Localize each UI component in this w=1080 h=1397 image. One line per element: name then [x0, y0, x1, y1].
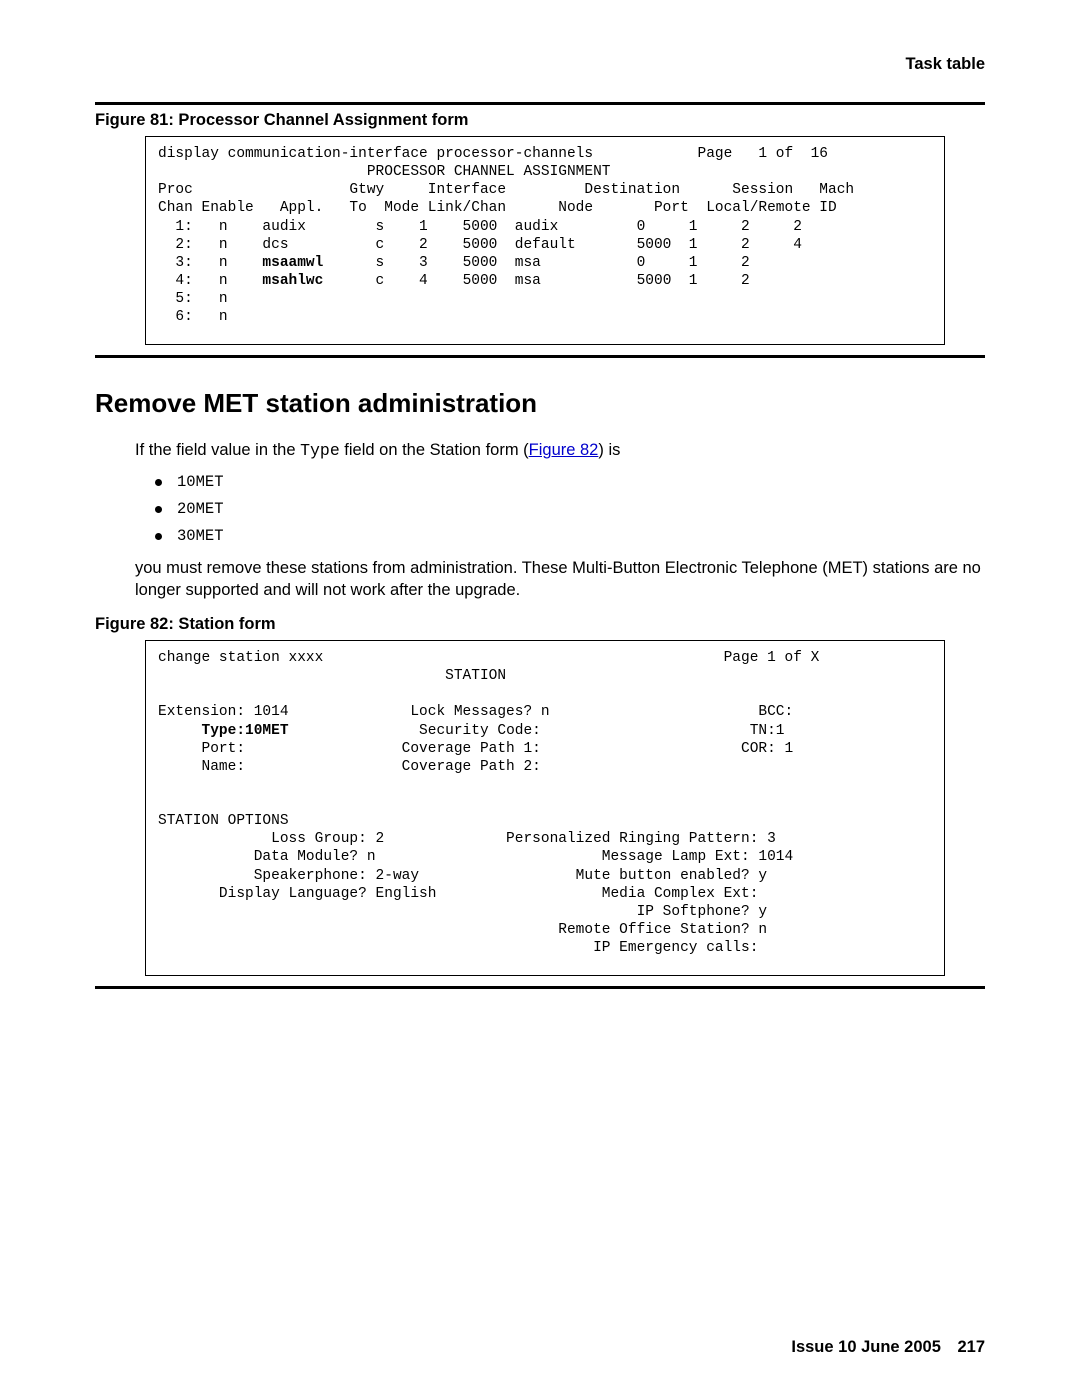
header-right: Task table	[95, 55, 985, 74]
footer-page-number: 217	[957, 1338, 985, 1356]
figure-82-caption: Figure 82: Station form	[95, 615, 985, 634]
bottom-rule	[95, 986, 985, 989]
met-list: 10MET 20MET 30MET	[155, 473, 985, 545]
intro-code: Type	[300, 441, 340, 460]
section-heading: Remove MET station administration	[95, 388, 985, 419]
figure-81-caption: Figure 81: Processor Channel Assignment …	[95, 111, 985, 130]
intro-text-a: If the field value in the	[135, 441, 300, 459]
footer: Issue 10 June 2005 217	[791, 1338, 985, 1357]
footer-issue: Issue 10 June 2005	[791, 1338, 941, 1356]
list-item: 30MET	[155, 527, 985, 545]
figure-82-terminal: change station xxxx Page 1 of X STATION …	[145, 640, 945, 976]
paragraph-2: you must remove these stations from admi…	[135, 557, 985, 602]
list-item: 20MET	[155, 500, 985, 518]
page: Task table Figure 81: Processor Channel …	[0, 0, 1080, 1397]
list-item: 10MET	[155, 473, 985, 491]
intro-text-c: ) is	[598, 441, 620, 459]
figure-82: Figure 82: Station form change station x…	[95, 615, 985, 976]
figure-82-link[interactable]: Figure 82	[529, 441, 599, 459]
intro-paragraph: If the field value in the Type field on …	[135, 439, 985, 462]
mid-rule-1	[95, 355, 985, 358]
intro-text-b: field on the Station form (	[340, 441, 529, 459]
figure-81-terminal: display communication-interface processo…	[145, 136, 945, 345]
top-rule	[95, 102, 985, 105]
figure-81: Figure 81: Processor Channel Assignment …	[95, 111, 985, 345]
